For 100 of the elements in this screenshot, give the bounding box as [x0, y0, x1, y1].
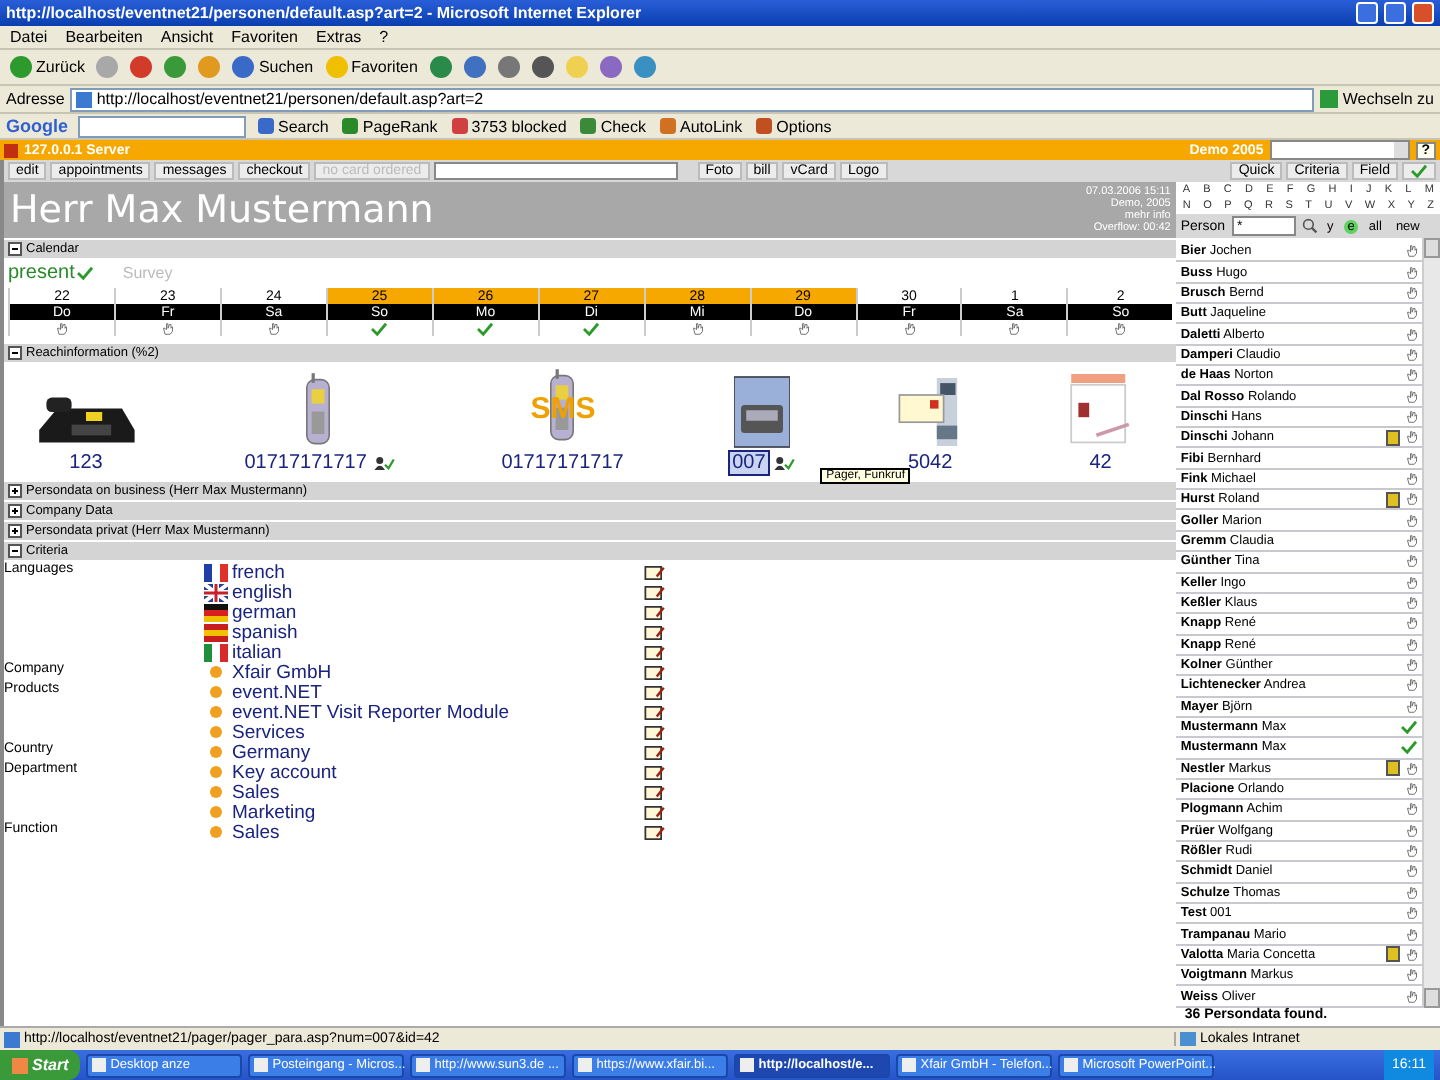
sms-label: SMS — [530, 392, 596, 426]
person-name: Herr Max Mustermann — [10, 188, 434, 232]
edit-icon[interactable] — [644, 825, 666, 839]
circle-icon — [232, 56, 255, 78]
autolink-button[interactable]: AutoLink — [658, 117, 745, 135]
square-icon — [580, 118, 597, 134]
network-icon — [1180, 1032, 1196, 1046]
edit-icon[interactable] — [644, 805, 666, 819]
presence-status[interactable]: present — [8, 262, 95, 284]
edit-icon[interactable] — [644, 625, 666, 639]
circle-icon — [497, 56, 520, 78]
menu-item[interactable]: Ansicht — [160, 28, 214, 46]
circle-icon — [96, 56, 119, 78]
favorites-button[interactable]: Favoriten — [323, 56, 420, 78]
back-button[interactable]: Zurück — [8, 56, 87, 78]
search-button[interactable]: Search — [256, 117, 331, 135]
contact-number[interactable]: 01717171717 — [497, 450, 628, 476]
window-icon — [92, 1058, 107, 1072]
circle-icon — [565, 56, 588, 78]
square-icon — [342, 118, 359, 134]
flag-icon — [204, 583, 228, 601]
window-icon — [254, 1058, 269, 1072]
pager-drawing — [733, 376, 790, 448]
search-icon[interactable] — [1301, 218, 1318, 234]
mail-button[interactable] — [461, 56, 488, 78]
check-button[interactable]: Check — [578, 117, 648, 135]
messenger-button[interactable] — [631, 56, 658, 78]
window-icon — [416, 1058, 431, 1072]
criteria-value: english — [232, 581, 293, 603]
edit-icon[interactable] — [644, 785, 666, 799]
maximize-button[interactable] — [1384, 2, 1406, 24]
search-field[interactable] — [78, 115, 246, 137]
expand-icon[interactable] — [8, 484, 22, 498]
collapse-icon[interactable] — [8, 242, 22, 256]
contact-number[interactable]: 42 — [1085, 450, 1116, 476]
input-field[interactable] — [433, 162, 678, 180]
google-logo[interactable]: Google — [6, 116, 68, 136]
edit-icon[interactable] — [644, 645, 666, 659]
bullet-icon — [210, 826, 222, 838]
edit-button[interactable] — [529, 56, 556, 78]
menu-item[interactable]: Favoriten — [231, 28, 298, 46]
edit-icon[interactable] — [644, 685, 666, 699]
stop-button[interactable] — [128, 56, 155, 78]
square-icon — [660, 118, 676, 134]
page-icon — [76, 91, 93, 107]
options-button[interactable]: Options — [754, 117, 834, 135]
edit-icon[interactable] — [644, 585, 666, 599]
address-field[interactable]: http://localhost/eventnet21/personen/default.asp?art=2 — [70, 87, 1315, 111]
edit-icon[interactable] — [644, 705, 666, 719]
minimize-button[interactable] — [1356, 2, 1378, 24]
check-icon — [76, 266, 95, 280]
window-icon — [902, 1058, 917, 1072]
edit-icon[interactable] — [644, 665, 666, 679]
contact-number[interactable]: 123 — [65, 450, 107, 476]
criteria-value: french — [232, 561, 285, 583]
expand-icon[interactable] — [8, 504, 22, 518]
flag-icon — [204, 603, 228, 621]
edit-icon[interactable] — [644, 765, 666, 779]
criteria-value: Marketing — [232, 801, 316, 823]
history-button[interactable] — [427, 56, 454, 78]
menu-item[interactable]: Bearbeiten — [65, 28, 143, 46]
criteria-value: italian — [232, 641, 282, 663]
square-icon — [451, 118, 468, 134]
criteria-value: Sales — [232, 821, 280, 843]
start-button[interactable]: Start — [0, 1050, 81, 1080]
close-button[interactable] — [1412, 2, 1434, 24]
dropdown[interactable] — [1269, 140, 1410, 160]
criteria-value: Xfair GmbH — [232, 661, 332, 683]
square-icon — [258, 118, 274, 134]
search-button[interactable]: Suchen — [230, 56, 316, 78]
collapse-icon[interactable] — [8, 346, 22, 360]
blocked-button[interactable]: 3753 blocked — [449, 117, 569, 135]
mobile-phone-drawing — [302, 372, 335, 448]
menu-item[interactable]: Datei — [10, 28, 48, 46]
logo-icon — [4, 143, 18, 157]
go-button[interactable]: Wechseln zu — [1320, 90, 1434, 108]
window-icon — [740, 1058, 755, 1072]
edit-icon[interactable] — [644, 565, 666, 579]
edit-icon[interactable] — [644, 725, 666, 739]
bullet-icon — [210, 806, 222, 818]
menu-item[interactable]: Extras — [315, 28, 362, 46]
expand-icon[interactable] — [8, 524, 22, 538]
research-button[interactable] — [597, 56, 624, 78]
collapse-icon[interactable] — [8, 544, 22, 558]
criteria-value: Services — [232, 721, 305, 743]
ok-button[interactable] — [1402, 162, 1436, 180]
edit-icon[interactable] — [644, 745, 666, 759]
contact-number[interactable]: 007 — [728, 450, 770, 476]
window-icon — [578, 1058, 593, 1072]
edit-icon[interactable] — [644, 605, 666, 619]
criteria-value: Key account — [232, 761, 337, 783]
scrollbar[interactable] — [1422, 238, 1440, 1008]
refresh-button[interactable] — [162, 56, 189, 78]
print-button[interactable] — [495, 56, 522, 78]
flag-icon — [204, 563, 228, 581]
page-icon — [4, 1031, 20, 1047]
contact-number[interactable]: 01717171717 — [240, 450, 371, 476]
pagerank-button[interactable]: PageRank — [340, 117, 440, 135]
bullet-icon — [210, 766, 222, 778]
menu-item[interactable]: ? — [379, 28, 389, 46]
